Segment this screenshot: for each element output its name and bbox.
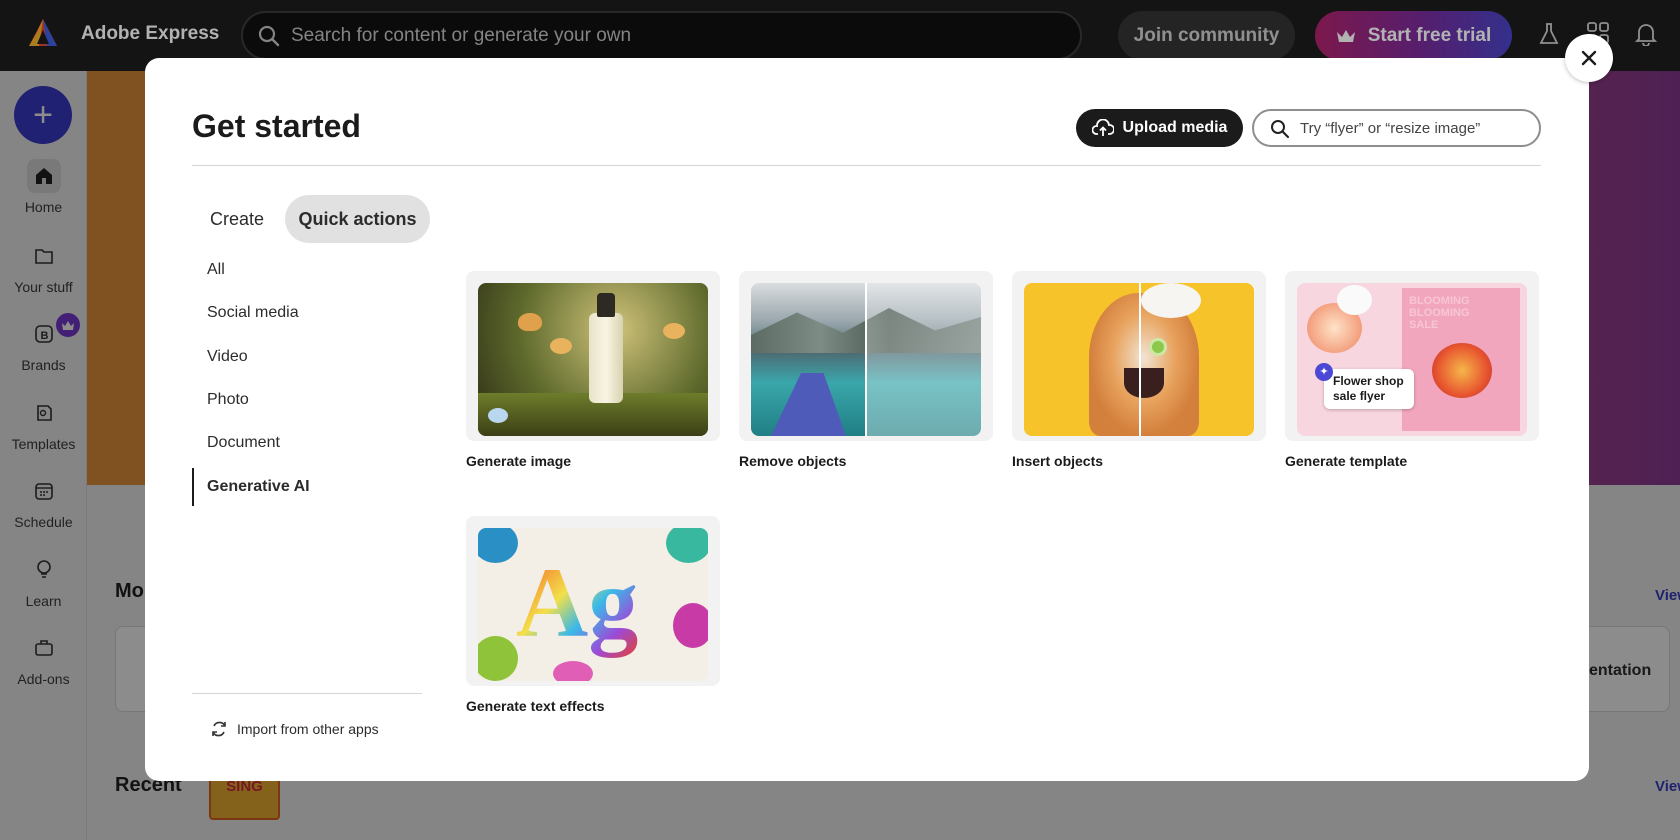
action-card-generate-template[interactable]: BLOOMING BLOOMING SALE Flower shop sale … [1285,271,1539,469]
category-video[interactable]: Video [192,338,422,376]
header-divider [192,165,1541,166]
card-label: Insert objects [1012,453,1104,469]
text-effect-sample: Ag [516,547,639,658]
generate-template-thumbnail: BLOOMING BLOOMING SALE Flower shop sale … [1297,283,1527,436]
card-thumbnail-frame: Ag [466,516,720,686]
action-card-insert-objects[interactable]: Insert objects [1012,271,1266,469]
modal-search-input[interactable] [1300,118,1530,138]
poster-line-3: SALE [1409,319,1439,331]
card-thumbnail-frame: BLOOMING BLOOMING SALE Flower shop sale … [1285,271,1539,441]
import-label: Import from other apps [237,721,379,737]
ai-sparkle-icon: ✦ [1315,363,1333,381]
generate-image-thumbnail [478,283,708,436]
remove-objects-thumbnail [751,283,981,436]
action-card-generate-image[interactable]: Generate image [466,271,720,469]
search-icon [1271,120,1290,139]
poster-text: BLOOMING BLOOMING SALE [1409,295,1470,331]
tab-quick-actions[interactable]: Quick actions [285,195,430,243]
poster-line-2: BLOOMING [1409,307,1470,319]
action-card-remove-objects[interactable]: Remove objects [739,271,993,469]
cloud-upload-icon [1091,119,1114,136]
card-thumbnail-frame [466,271,720,441]
card-label: Remove objects [739,453,847,469]
sidebar-divider [192,693,422,694]
tab-create[interactable]: Create [192,195,282,243]
get-started-modal: Get started Upload media Create Quick ac… [145,58,1589,781]
prompt-line-1: Flower shop [1333,374,1404,388]
category-all[interactable]: All [192,251,422,289]
category-social-media[interactable]: Social media [192,294,422,332]
card-label: Generate text effects [466,698,605,714]
insert-objects-thumbnail [1024,283,1254,436]
close-icon [1581,50,1597,66]
category-photo[interactable]: Photo [192,381,422,419]
upload-media-button[interactable]: Upload media [1076,109,1243,147]
card-thumbnail-frame [739,271,993,441]
prompt-line-2: sale flyer [1333,389,1386,403]
prompt-bubble: Flower shop sale flyer [1324,369,1414,409]
poster-line-1: BLOOMING [1409,295,1470,307]
modal-title: Get started [192,108,361,144]
import-icon [212,721,226,737]
category-document[interactable]: Document [192,424,422,462]
card-label: Generate template [1285,453,1408,469]
close-modal-button[interactable] [1565,34,1613,82]
upload-label: Upload media [1122,119,1228,136]
action-card-generate-text-effects[interactable]: Ag Generate text effects [466,516,720,714]
card-label: Generate image [466,453,572,469]
import-from-other-apps-link[interactable]: Import from other apps [210,720,379,738]
modal-search-bar[interactable] [1252,109,1541,147]
generate-text-effects-thumbnail: Ag [478,528,708,681]
category-generative-ai[interactable]: Generative AI [192,468,422,506]
card-thumbnail-frame [1012,271,1266,441]
